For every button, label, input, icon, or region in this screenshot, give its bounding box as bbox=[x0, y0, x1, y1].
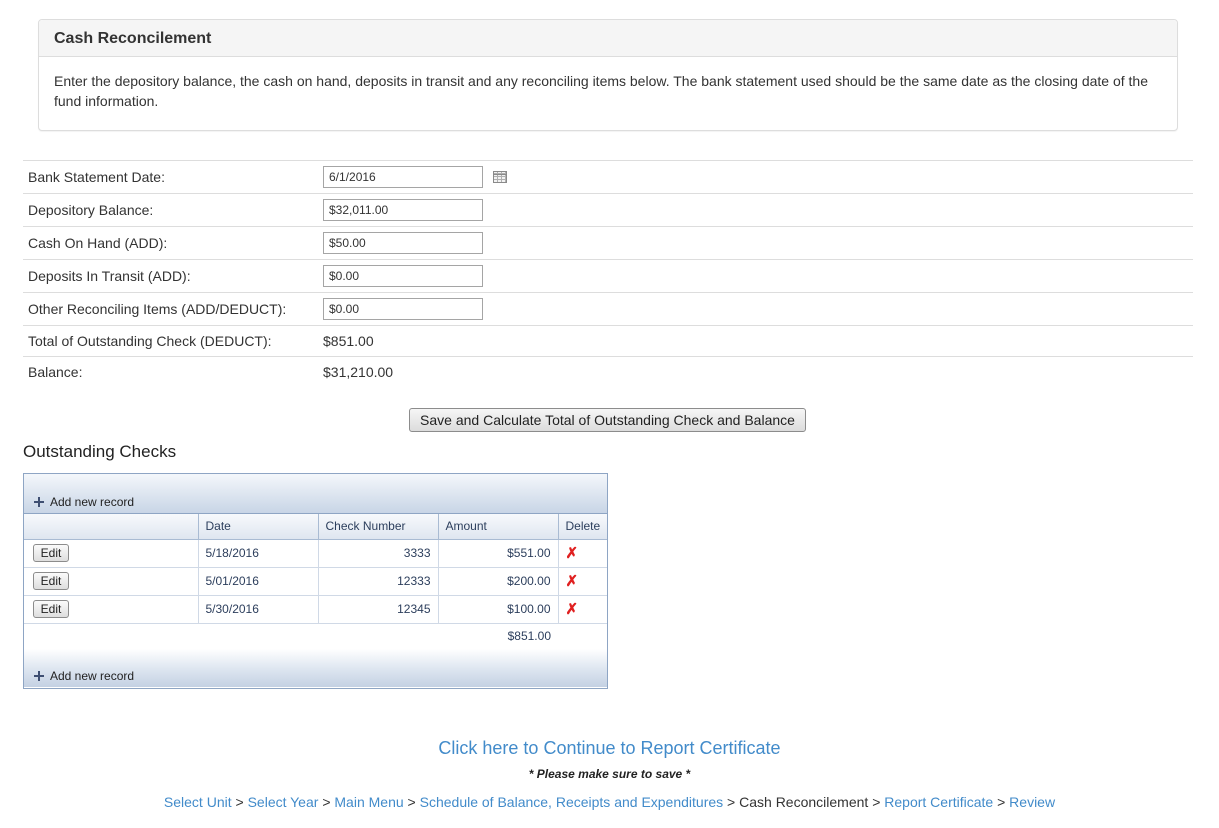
form-row-other-reconciling: Other Reconciling Items (ADD/DEDUCT): bbox=[23, 292, 1193, 326]
breadcrumb-separator: > bbox=[997, 794, 1006, 810]
depository-balance-label: Depository Balance: bbox=[28, 202, 154, 218]
bank-statement-date-label: Bank Statement Date: bbox=[28, 169, 165, 185]
total-outstanding-label: Total of Outstanding Check (DEDUCT): bbox=[28, 333, 272, 349]
breadcrumb-report-certificate[interactable]: Report Certificate bbox=[884, 794, 993, 810]
breadcrumb-select-unit[interactable]: Select Unit bbox=[164, 794, 232, 810]
edit-button[interactable]: Edit bbox=[33, 572, 69, 590]
form-row-deposits-in-transit: Deposits In Transit (ADD): bbox=[23, 259, 1193, 293]
breadcrumb-separator: > bbox=[322, 794, 331, 810]
add-new-record-top-link[interactable]: Add new record bbox=[34, 495, 134, 509]
reconcile-form: Bank Statement Date: Depository Balance:… bbox=[23, 160, 1193, 387]
depository-balance-input[interactable] bbox=[323, 199, 483, 221]
cell-date: 5/01/2016 bbox=[197, 567, 318, 596]
cell-check-number: 12345 bbox=[317, 595, 438, 624]
form-row-balance: Balance: $31,210.00 bbox=[23, 356, 1193, 388]
other-reconciling-label: Other Reconciling Items (ADD/DEDUCT): bbox=[28, 301, 287, 317]
footer-total-amount: $851.00 bbox=[438, 622, 558, 649]
plus-icon bbox=[34, 497, 44, 507]
cell-amount: $200.00 bbox=[437, 567, 558, 596]
cash-on-hand-label: Cash On Hand (ADD): bbox=[28, 235, 168, 251]
panel-heading: Cash Reconcilement bbox=[39, 20, 1177, 57]
panel-description: Enter the depository balance, the cash o… bbox=[54, 73, 1148, 109]
breadcrumb-separator: > bbox=[727, 794, 736, 810]
cell-amount: $100.00 bbox=[437, 595, 558, 624]
breadcrumb-schedule-of-balance[interactable]: Schedule of Balance, Receipts and Expend… bbox=[420, 794, 724, 810]
table-row: Edit 5/18/2016 3333 $551.00 ✗ bbox=[24, 539, 607, 568]
plus-icon bbox=[34, 671, 44, 681]
form-row-depository-balance: Depository Balance: bbox=[23, 193, 1193, 227]
cell-date: 5/18/2016 bbox=[197, 539, 318, 568]
delete-x-icon[interactable]: ✗ bbox=[566, 573, 579, 590]
cell-date: 5/30/2016 bbox=[197, 595, 318, 624]
column-header-edit bbox=[24, 514, 198, 540]
deposits-in-transit-input[interactable] bbox=[323, 265, 483, 287]
column-header-date[interactable]: Date bbox=[197, 514, 318, 540]
breadcrumb-main-menu[interactable]: Main Menu bbox=[334, 794, 403, 810]
table-row: Edit 5/30/2016 12345 $100.00 ✗ bbox=[24, 595, 607, 624]
form-row-cash-on-hand: Cash On Hand (ADD): bbox=[23, 226, 1193, 260]
continue-to-report-certificate-link[interactable]: Click here to Continue to Report Certifi… bbox=[438, 738, 780, 758]
grid-command-bar-bottom: Add new record bbox=[24, 649, 607, 687]
bank-statement-date-input[interactable] bbox=[323, 166, 483, 188]
column-header-delete: Delete bbox=[557, 514, 607, 540]
add-new-record-label: Add new record bbox=[50, 495, 135, 509]
panel-title: Cash Reconcilement bbox=[54, 30, 212, 47]
column-header-check-number[interactable]: Check Number bbox=[317, 514, 438, 540]
grid-command-bar-top: Add new record bbox=[24, 474, 607, 514]
breadcrumb-review[interactable]: Review bbox=[1009, 794, 1055, 810]
other-reconciling-input[interactable] bbox=[323, 298, 483, 320]
total-outstanding-value: $851.00 bbox=[323, 333, 374, 349]
breadcrumb: Select Unit > Select Year > Main Menu > … bbox=[0, 794, 1219, 810]
table-row: Edit 5/01/2016 12333 $200.00 ✗ bbox=[24, 567, 607, 596]
outstanding-checks-grid: Add new record Date Check Number Amount … bbox=[23, 473, 608, 689]
cell-check-number: 3333 bbox=[317, 539, 438, 568]
deposits-in-transit-label: Deposits In Transit (ADD): bbox=[28, 268, 191, 284]
breadcrumb-separator: > bbox=[407, 794, 416, 810]
edit-button[interactable]: Edit bbox=[33, 600, 69, 618]
balance-label: Balance: bbox=[28, 364, 83, 380]
outstanding-checks-table: Date Check Number Amount Delete Edit 5/1… bbox=[24, 514, 607, 649]
balance-value: $31,210.00 bbox=[323, 364, 394, 380]
column-header-amount[interactable]: Amount bbox=[437, 514, 558, 540]
breadcrumb-separator: > bbox=[235, 794, 244, 810]
cell-amount: $551.00 bbox=[437, 539, 558, 568]
breadcrumb-separator: > bbox=[872, 794, 881, 810]
cash-on-hand-input[interactable] bbox=[323, 232, 483, 254]
outstanding-checks-title: Outstanding Checks bbox=[23, 442, 177, 461]
save-reminder-note: * Please make sure to save * bbox=[528, 767, 691, 781]
edit-button[interactable]: Edit bbox=[33, 544, 69, 562]
form-row-bank-statement-date: Bank Statement Date: bbox=[23, 160, 1193, 194]
grid-footer-row: $851.00 bbox=[24, 622, 607, 649]
breadcrumb-select-year[interactable]: Select Year bbox=[248, 794, 319, 810]
add-new-record-label: Add new record bbox=[50, 669, 135, 683]
delete-x-icon[interactable]: ✗ bbox=[566, 545, 579, 562]
grid-header-row: Date Check Number Amount Delete bbox=[24, 514, 607, 540]
cash-reconcilement-panel: Cash Reconcilement Enter the depository … bbox=[38, 19, 1178, 131]
cell-check-number: 12333 bbox=[317, 567, 438, 596]
calendar-icon[interactable] bbox=[492, 171, 507, 183]
form-row-total-outstanding: Total of Outstanding Check (DEDUCT): $85… bbox=[23, 325, 1193, 357]
delete-x-icon[interactable]: ✗ bbox=[566, 601, 579, 618]
breadcrumb-current-cash-reconcilement: Cash Reconcilement bbox=[739, 794, 869, 810]
add-new-record-bottom-link[interactable]: Add new record bbox=[34, 669, 134, 683]
save-calculate-button[interactable]: Save and Calculate Total of Outstanding … bbox=[409, 408, 806, 432]
